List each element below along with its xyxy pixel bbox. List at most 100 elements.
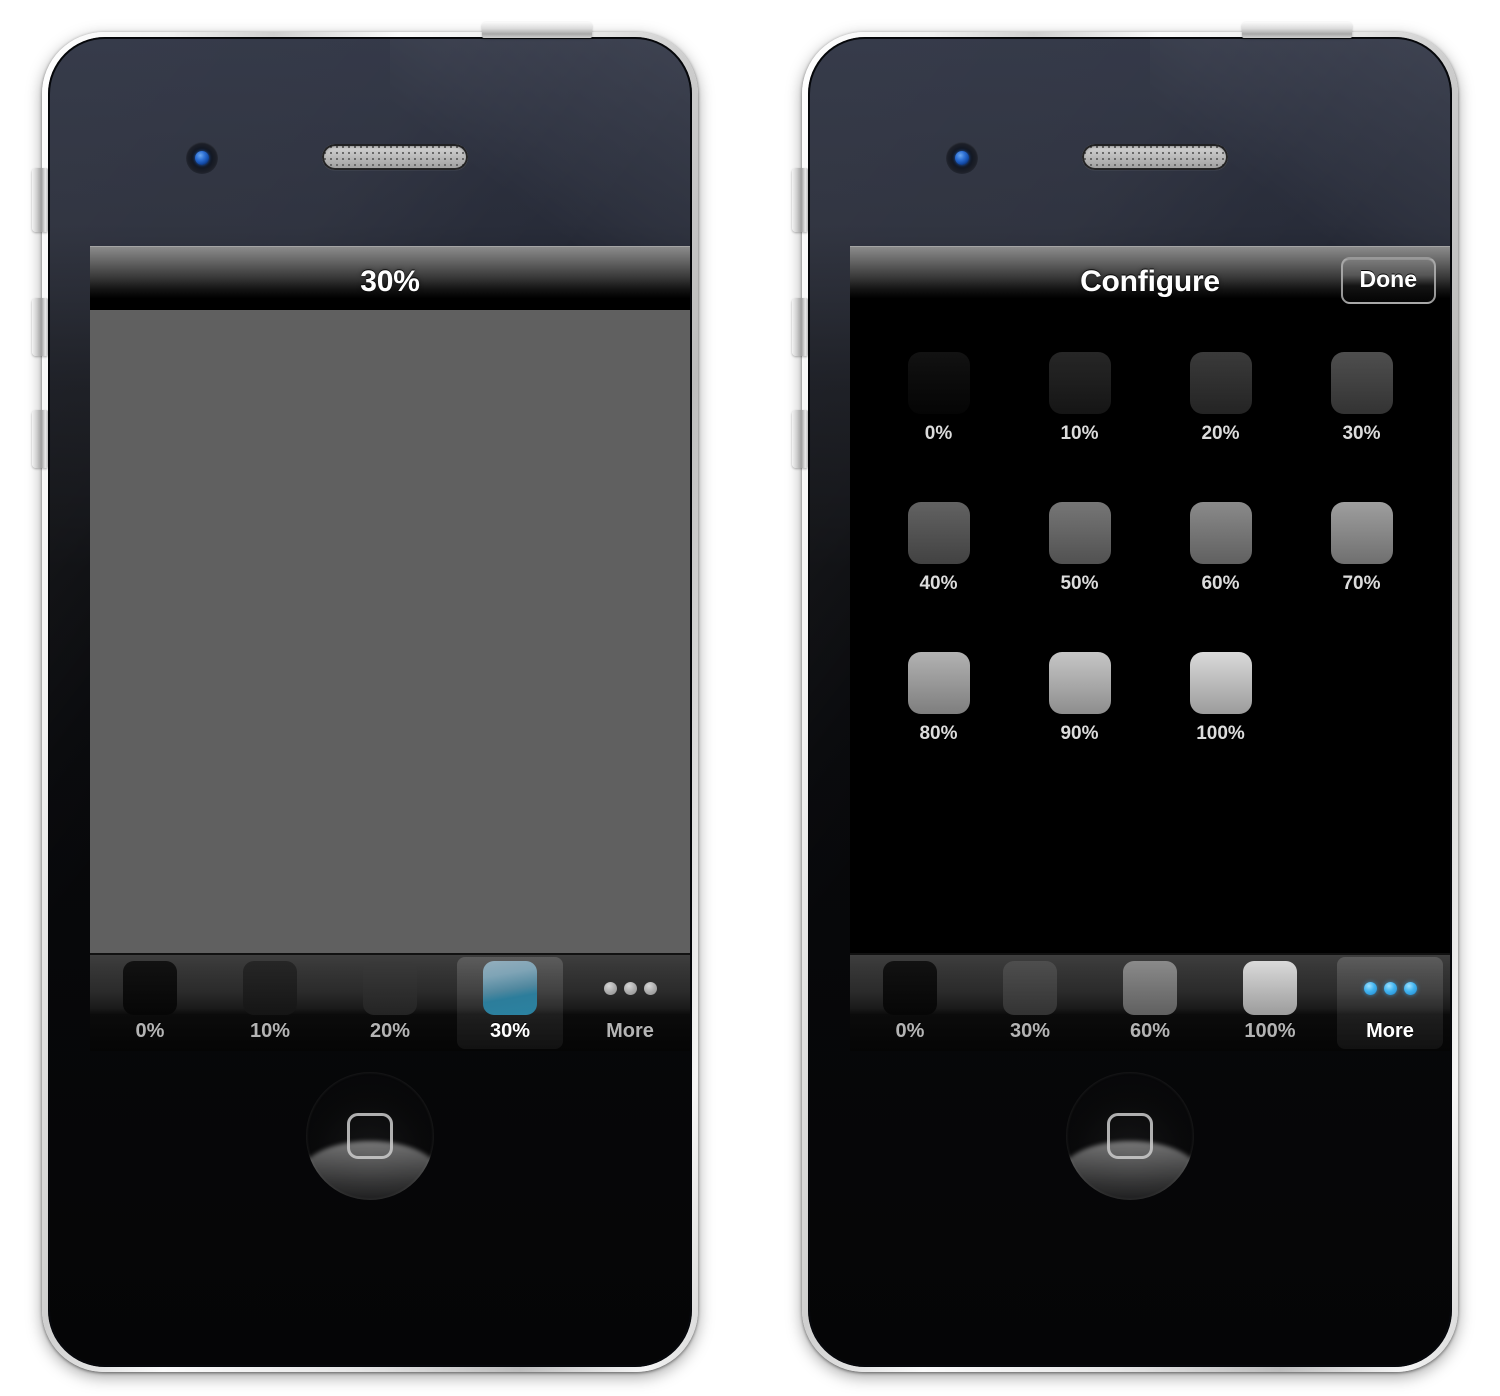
grid-cell-90pct[interactable]: 90% xyxy=(1009,652,1150,802)
grid-cell-10pct[interactable]: 10% xyxy=(1009,352,1150,502)
grid-cell-label: 30% xyxy=(1342,423,1381,444)
navigation-bar: Configure Done xyxy=(850,246,1450,310)
swatch-icon[interactable] xyxy=(907,502,970,564)
tab-bar: 0% 10% 20% 30% More xyxy=(90,953,690,1051)
swatch-icon[interactable] xyxy=(1048,352,1111,414)
screenshot-stage: 30% 0% 10% 20% 30% More Configure Done 0… xyxy=(0,0,1500,1396)
tab-10pct[interactable]: 10% xyxy=(210,955,330,1051)
configure-content: 0% 10% 20% 30% 40% 50% 60% 70% 80% 90% 100% xyxy=(850,310,1450,953)
grid-cell-70pct[interactable]: 70% xyxy=(1291,502,1432,652)
grid-cell-20pct[interactable]: 20% xyxy=(1150,352,1291,502)
grid-cell-label: 90% xyxy=(1060,723,1099,744)
grid-cell-label: 50% xyxy=(1060,573,1099,594)
grid-cell-label: 40% xyxy=(919,573,958,594)
tab-30pct[interactable]: 30% xyxy=(450,955,570,1051)
tab-60pct[interactable]: 60% xyxy=(1090,955,1210,1051)
phone-screen: 30% 0% 10% 20% 30% More xyxy=(90,246,690,1051)
phone-brightness-view: 30% 0% 10% 20% 30% More xyxy=(20,10,720,1390)
grid-cell-40pct[interactable]: 40% xyxy=(868,502,1009,652)
tab-label: 30% xyxy=(1009,1020,1051,1042)
tab-20pct[interactable]: 20% xyxy=(330,955,450,1051)
tab-more[interactable]: More xyxy=(570,955,690,1051)
phone-configure-view: Configure Done 0% 10% 20% 30% 40% 50% 60% 70% 80… xyxy=(780,10,1480,1390)
more-dot xyxy=(1403,981,1417,995)
grid-row: 40% 50% 60% 70% xyxy=(868,502,1432,652)
swatch-icon[interactable] xyxy=(1189,652,1252,714)
swatch-icon[interactable] xyxy=(907,352,970,414)
tab-0pct[interactable]: 0% xyxy=(850,955,970,1051)
camera-icon xyxy=(946,142,978,174)
tab-label: 0% xyxy=(895,1020,925,1042)
swatch-icon[interactable] xyxy=(1048,502,1111,564)
swatch-icon xyxy=(1003,961,1057,1015)
grid-cell-label: 60% xyxy=(1201,573,1240,594)
tab-label: More xyxy=(606,1020,654,1042)
done-button[interactable]: Done xyxy=(1340,257,1436,304)
home-button[interactable] xyxy=(306,1072,434,1200)
grid-cell-label: 70% xyxy=(1342,573,1381,594)
volume-down-button[interactable] xyxy=(792,410,808,468)
swatch-icon xyxy=(1243,961,1297,1015)
home-square-icon xyxy=(347,1113,393,1159)
grid-cell-label: 0% xyxy=(924,423,953,444)
grid-cell-label: 10% xyxy=(1060,423,1099,444)
tab-label: 30% xyxy=(489,1020,531,1042)
grid-cell-0pct[interactable]: 0% xyxy=(868,352,1009,502)
power-button[interactable] xyxy=(1242,22,1352,38)
swatch-icon-selected xyxy=(483,961,537,1015)
swatch-icon[interactable] xyxy=(1330,352,1393,414)
page-title: 30% xyxy=(360,265,420,298)
swatch-icon[interactable] xyxy=(1048,652,1111,714)
more-dot xyxy=(1363,981,1377,995)
volume-down-button[interactable] xyxy=(32,410,48,468)
navigation-bar: 30% xyxy=(90,246,690,310)
ring-switch[interactable] xyxy=(792,168,808,232)
swatch-icon xyxy=(1123,961,1177,1015)
swatch-icon xyxy=(363,961,417,1015)
tab-label: 100% xyxy=(1244,1020,1296,1042)
grid-row: 0% 10% 20% 30% xyxy=(868,352,1432,502)
page-title: Configure xyxy=(1080,265,1220,298)
power-button[interactable] xyxy=(482,22,592,38)
swatch-icon xyxy=(123,961,177,1015)
home-square-icon xyxy=(1107,1113,1153,1159)
grid-cell-60pct[interactable]: 60% xyxy=(1150,502,1291,652)
swatch-icon xyxy=(883,961,937,1015)
volume-up-button[interactable] xyxy=(32,298,48,356)
tab-label: 60% xyxy=(1129,1020,1171,1042)
more-dots-icon xyxy=(1363,961,1417,1015)
grid-cell-80pct[interactable]: 80% xyxy=(868,652,1009,802)
more-dot xyxy=(1383,981,1397,995)
swatch-icon[interactable] xyxy=(907,652,970,714)
swatch-icon[interactable] xyxy=(1189,502,1252,564)
grid-cell-100pct[interactable]: 100% xyxy=(1150,652,1291,802)
brightness-preview-area[interactable] xyxy=(90,310,690,953)
configure-grid: 0% 10% 20% 30% 40% 50% 60% 70% 80% 90% 100% xyxy=(850,310,1450,953)
grid-cell-label: 20% xyxy=(1201,423,1240,444)
tab-0pct[interactable]: 0% xyxy=(90,955,210,1051)
grid-row: 80% 90% 100% xyxy=(868,652,1432,802)
more-dot xyxy=(643,981,657,995)
ring-switch[interactable] xyxy=(32,168,48,232)
swatch-icon[interactable] xyxy=(1189,352,1252,414)
tab-more[interactable]: More xyxy=(1330,955,1450,1051)
tab-label: More xyxy=(1366,1020,1414,1042)
swatch-icon[interactable] xyxy=(1330,502,1393,564)
tab-100pct[interactable]: 100% xyxy=(1210,955,1330,1051)
tab-30pct[interactable]: 30% xyxy=(970,955,1090,1051)
phone-screen: Configure Done 0% 10% 20% 30% 40% 50% 60% 70% 80… xyxy=(850,246,1450,1051)
swatch-icon xyxy=(1331,652,1393,714)
speaker-grille xyxy=(1082,144,1228,170)
tab-label: 20% xyxy=(369,1020,411,1042)
grid-cell-30pct[interactable]: 30% xyxy=(1291,352,1432,502)
camera-icon xyxy=(186,142,218,174)
volume-up-button[interactable] xyxy=(792,298,808,356)
grid-cell-label: 100% xyxy=(1196,723,1245,744)
grid-cell-50pct[interactable]: 50% xyxy=(1009,502,1150,652)
tab-bar: 0% 30% 60% 100% More xyxy=(850,953,1450,1051)
speaker-grille xyxy=(322,144,468,170)
home-button[interactable] xyxy=(1066,1072,1194,1200)
grid-cell-empty xyxy=(1291,652,1432,802)
more-dots-icon xyxy=(603,961,657,1015)
swatch-icon xyxy=(243,961,297,1015)
